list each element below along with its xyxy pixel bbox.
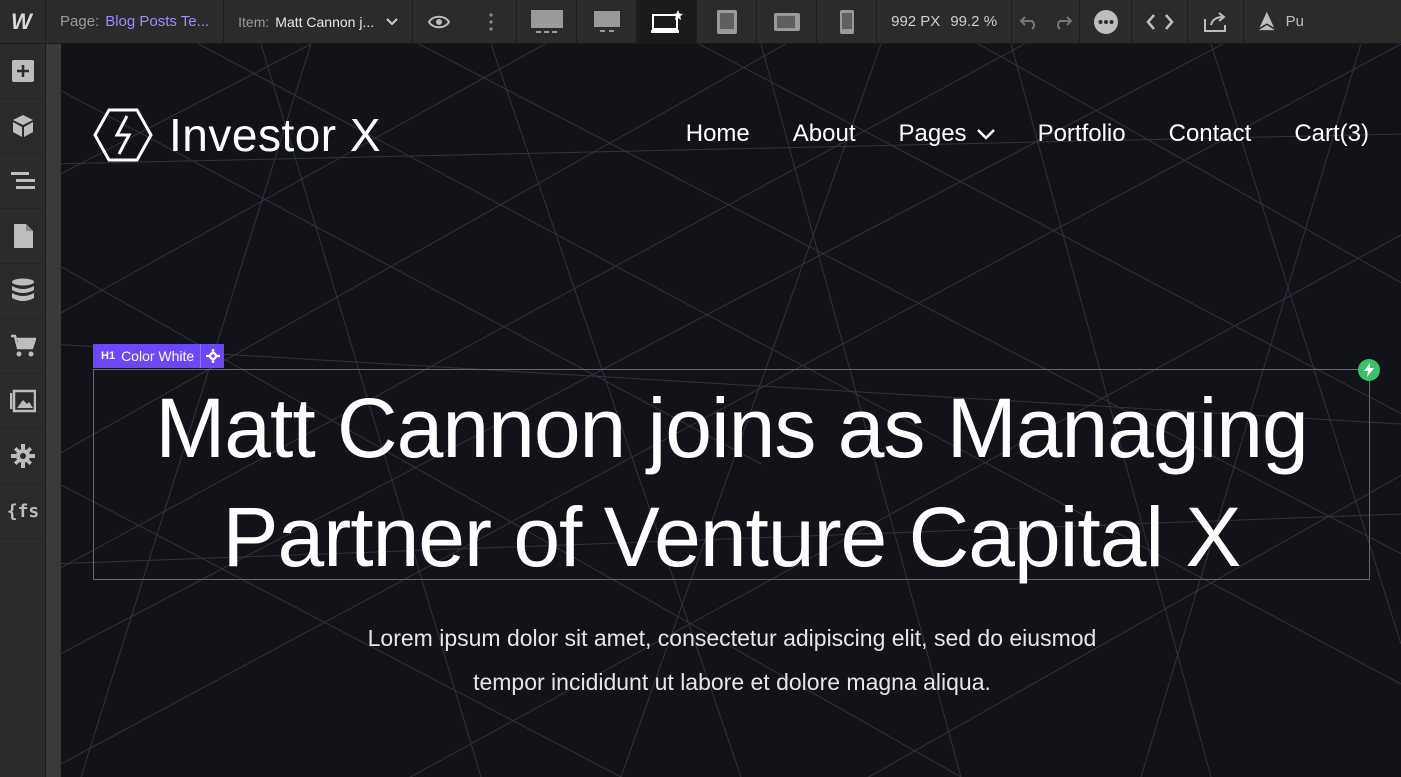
design-canvas[interactable]: Investor X Home About Pages Portfolio Co… <box>61 44 1401 777</box>
investor-x-logo-icon <box>93 108 153 162</box>
mobile-landscape-icon <box>773 12 800 31</box>
rocket-icon <box>1259 11 1275 30</box>
chevron-down-icon <box>386 17 398 25</box>
headline-line-1: Matt Cannon joins as Managing <box>155 381 1308 475</box>
summary-line-2: tempor incididunt ut labore et dolore ma… <box>473 669 991 695</box>
components-button[interactable] <box>0 99 46 154</box>
canvas-width: 992 PX <box>891 13 941 30</box>
site-brand[interactable]: Investor X <box>93 108 381 162</box>
gear-icon <box>11 444 35 468</box>
breakpoint-1920[interactable] <box>517 0 578 44</box>
navigator-button[interactable] <box>0 154 46 209</box>
pages-button[interactable] <box>0 209 46 264</box>
left-sidebar: {fs <box>0 44 46 777</box>
nav-pages-label: Pages <box>898 120 967 147</box>
panel-gutter <box>46 44 61 777</box>
settings-button[interactable] <box>0 429 46 484</box>
brand-name: Investor X <box>169 109 382 161</box>
vertical-dots-icon <box>489 12 493 31</box>
page-selector[interactable]: Page: Blog Posts Te... <box>46 0 225 44</box>
breakpoint-base[interactable] <box>637 0 698 44</box>
zoom-level: 99.2 % <box>950 13 998 30</box>
chevron-down-icon <box>976 129 995 140</box>
designer-toolbar: W Page: Blog Posts Te... Item: Matt Cann… <box>0 0 1401 44</box>
nav-home[interactable]: Home <box>686 120 750 148</box>
publish-label: Pu <box>1285 13 1305 30</box>
code-export-button[interactable] <box>1132 0 1189 44</box>
breakpoint-tablet[interactable] <box>697 0 758 44</box>
selected-element-tag[interactable]: H1 Color White <box>93 344 225 368</box>
eye-icon <box>428 15 451 28</box>
cms-icon <box>12 278 34 301</box>
ecommerce-icon <box>11 334 36 357</box>
desktop-icon <box>593 10 620 32</box>
gear-icon <box>205 349 220 363</box>
add-icon <box>12 60 34 82</box>
breakpoint-mobile-portrait[interactable] <box>817 0 878 44</box>
canvas-size-readout: 992 PX 99.2 % <box>877 0 1013 44</box>
cms-item-selector[interactable]: Item: Matt Cannon j... <box>224 0 414 44</box>
share-button[interactable] <box>1188 0 1245 44</box>
base-desktop-star-icon <box>650 9 683 33</box>
post-headline[interactable]: Matt Cannon joins as Managing Partner of… <box>94 374 1369 592</box>
element-settings-button[interactable] <box>200 344 224 368</box>
mobile-portrait-icon <box>839 9 854 34</box>
cms-button[interactable] <box>0 264 46 319</box>
assets-icon <box>10 389 36 413</box>
current-item-name: Matt Cannon j... <box>275 13 375 30</box>
webflow-w-icon: W <box>11 13 34 31</box>
headline-line-2: Partner of Venture Capital X <box>222 490 1242 584</box>
more-horizontal-circle-icon <box>1093 9 1118 34</box>
add-elements-button[interactable] <box>0 44 46 99</box>
element-class-name: Color White <box>121 348 195 364</box>
navigator-icon <box>11 172 35 189</box>
assets-button[interactable] <box>0 374 46 429</box>
nav-contact[interactable]: Contact <box>1169 120 1252 148</box>
nav-pages[interactable]: Pages <box>899 120 995 148</box>
apps-button[interactable] <box>1080 0 1133 44</box>
pages-icon <box>14 224 33 248</box>
breakpoint-1440[interactable] <box>577 0 638 44</box>
svg-text:W: W <box>11 13 34 31</box>
redo-button[interactable] <box>1046 0 1081 44</box>
post-summary[interactable]: Lorem ipsum dolor sit amet, consectetur … <box>261 616 1203 704</box>
site-nav: Home About Pages Portfolio Contact Cart(… <box>643 120 1369 148</box>
finsweet-icon: {fs <box>6 500 40 522</box>
large-desktop-icon <box>530 9 563 33</box>
webflow-logo[interactable]: W <box>0 0 46 44</box>
current-page-name: Blog Posts Te... <box>105 13 210 30</box>
preview-button[interactable] <box>413 0 465 44</box>
element-type: H1 <box>101 350 116 362</box>
finsweet-button[interactable]: {fs <box>0 484 46 539</box>
redo-icon <box>1056 15 1072 30</box>
code-brackets-icon <box>1145 13 1174 30</box>
ecommerce-button[interactable] <box>0 319 46 374</box>
tablet-icon <box>716 9 737 34</box>
more-options-button[interactable] <box>465 0 518 44</box>
nav-cart[interactable]: Cart(3) <box>1294 120 1369 148</box>
nav-portfolio[interactable]: Portfolio <box>1038 120 1126 148</box>
summary-line-1: Lorem ipsum dolor sit amet, consectetur … <box>367 625 1097 651</box>
share-icon <box>1203 11 1226 32</box>
publish-button[interactable]: Pu <box>1244 0 1304 44</box>
breakpoint-mobile-landscape[interactable] <box>757 0 818 44</box>
nav-about[interactable]: About <box>793 120 856 148</box>
undo-button[interactable] <box>1012 0 1046 44</box>
undo-icon <box>1019 15 1035 30</box>
components-icon <box>13 115 33 137</box>
